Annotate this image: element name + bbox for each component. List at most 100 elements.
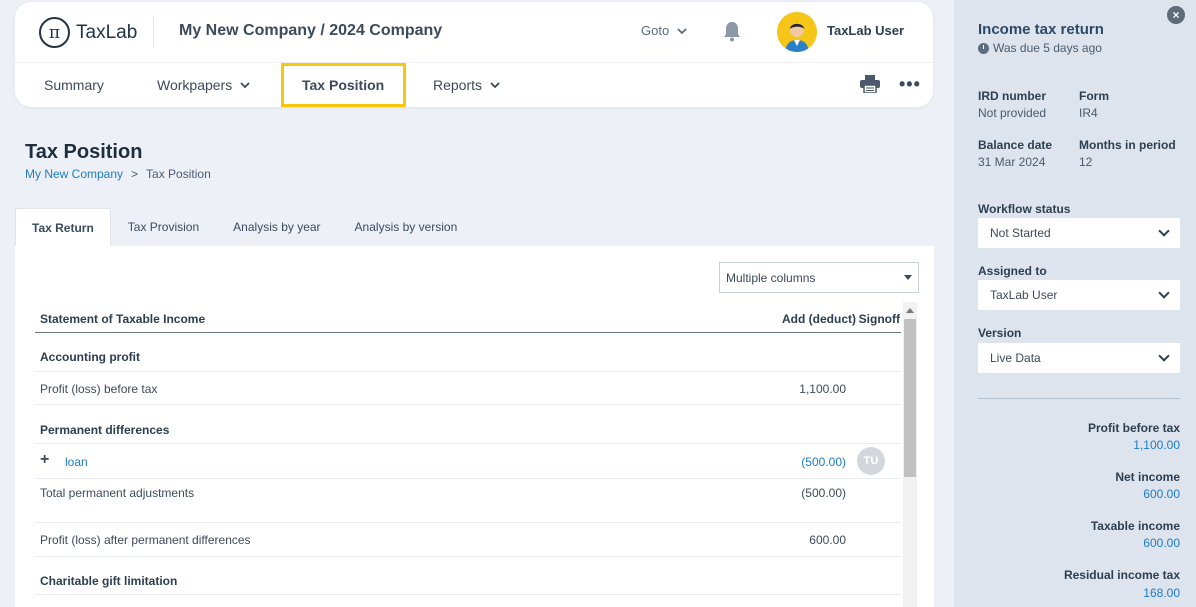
tab-tax-provision[interactable]: Tax Provision: [111, 208, 216, 246]
breadcrumb-current: Tax Position: [146, 167, 211, 181]
months-label: Months in period: [1079, 138, 1176, 152]
chevron-down-icon: [1158, 350, 1170, 362]
due-status: Was due 5 days ago: [978, 41, 1102, 55]
scroll-up-icon[interactable]: [906, 308, 914, 313]
row-value: 1,100.00: [799, 382, 846, 396]
section-accounting-profit: Accounting profit: [40, 350, 140, 364]
tab-analysis-by-version[interactable]: Analysis by version: [338, 208, 475, 246]
printer-icon[interactable]: [860, 75, 880, 93]
metric-residual-tax-value[interactable]: 168.00: [1143, 586, 1180, 600]
breadcrumb: My New Company > Tax Position: [25, 167, 211, 181]
table-scrollbar[interactable]: [903, 302, 917, 607]
version-label: Version: [978, 326, 1022, 340]
workflow-status-label: Workflow status: [978, 202, 1071, 216]
logo-divider: [153, 17, 154, 48]
close-icon[interactable]: ×: [1167, 6, 1185, 24]
nav-workpapers-label: Workpapers: [157, 77, 233, 93]
ird-number-value: Not provided: [978, 106, 1047, 120]
nav-tax-position-label: Tax Position: [302, 77, 385, 93]
header-statement: Statement of Taxable Income: [40, 312, 206, 326]
logo-text: TaxLab: [76, 21, 138, 43]
loan-link[interactable]: loan: [65, 455, 88, 469]
user-name[interactable]: TaxLab User: [827, 23, 904, 38]
clock-icon: [978, 42, 989, 54]
nav-reports[interactable]: Reports: [433, 63, 500, 107]
balance-date-label: Balance date: [978, 138, 1053, 152]
workflow-status-value: Not Started: [990, 226, 1051, 240]
side-panel-title: Income tax return: [978, 21, 1104, 38]
table-row: + loan (500.00) TU: [35, 444, 901, 479]
chevron-down-icon: [677, 27, 687, 34]
row-value: (500.00): [801, 486, 846, 500]
nav-workpapers[interactable]: Workpapers: [157, 63, 250, 107]
months-value: 12: [1079, 155, 1093, 169]
chevron-down-icon: [1158, 287, 1170, 299]
section-permanent-differences: Permanent differences: [40, 423, 170, 437]
ird-number-label: IRD number: [978, 89, 1047, 103]
expand-plus-icon[interactable]: +: [40, 451, 49, 469]
scroll-thumb[interactable]: [904, 319, 916, 477]
company-title: My New Company / 2024 Company: [179, 22, 443, 39]
section-charitable-gift: Charitable gift limitation: [40, 574, 178, 588]
metric-profit-before-tax-value[interactable]: 1,100.00: [1133, 438, 1180, 452]
tab-analysis-by-year[interactable]: Analysis by year: [216, 208, 337, 246]
nav-tax-position[interactable]: Tax Position: [281, 63, 406, 107]
logo-mark-icon: π: [39, 17, 70, 48]
taxable-income-table: Statement of Taxable Income Add (deduct)…: [35, 302, 901, 595]
due-text: Was due 5 days ago: [993, 41, 1102, 55]
row-label: Profit (loss) before tax: [40, 382, 158, 396]
header-add-deduct: Add (deduct): [782, 312, 856, 326]
metric-residual-tax-label: Residual income tax: [1063, 568, 1180, 582]
caret-down-icon: [904, 275, 912, 280]
metric-taxable-income-label: Taxable income: [1090, 519, 1180, 533]
form-label: Form: [1079, 89, 1109, 103]
row-label: Profit (loss) after permanent difference…: [40, 533, 251, 547]
main-nav: Summary Workpapers Tax Position Reports: [15, 63, 933, 107]
balance-date-value: 31 Mar 2024: [978, 155, 1046, 169]
bell-icon[interactable]: [722, 20, 742, 42]
metric-profit-before-tax-label: Profit before tax: [1087, 421, 1180, 435]
chevron-down-icon: [490, 82, 500, 88]
avatar[interactable]: [777, 12, 817, 52]
metric-net-income-value[interactable]: 600.00: [1143, 487, 1180, 501]
section-row: Charitable gift limitation: [35, 557, 901, 595]
tab-bar: Tax Return Tax Provision Analysis by yea…: [15, 208, 474, 246]
table-row: Total permanent adjustments (500.00): [35, 479, 901, 523]
breadcrumb-root-link[interactable]: My New Company: [25, 167, 123, 181]
tab-tax-return[interactable]: Tax Return: [15, 208, 111, 246]
metric-net-income-label: Net income: [1115, 470, 1180, 484]
user-avatar-icon: [777, 12, 817, 52]
loan-value-link[interactable]: (500.00): [801, 455, 846, 469]
table-header: Statement of Taxable Income Add (deduct)…: [35, 302, 901, 333]
nav-summary-label: Summary: [44, 77, 104, 93]
goto-dropdown[interactable]: Goto: [641, 23, 687, 38]
row-label: Total permanent adjustments: [40, 486, 195, 500]
nav-reports-label: Reports: [433, 77, 483, 93]
assigned-to-value: TaxLab User: [990, 288, 1058, 302]
assigned-to-label: Assigned to: [978, 264, 1047, 278]
more-options-icon[interactable]: •••: [899, 74, 921, 95]
assigned-to-select[interactable]: TaxLab User: [978, 280, 1180, 310]
chevron-down-icon: [1158, 225, 1170, 237]
header-card: π TaxLab My New Company / 2024 Company G…: [15, 2, 933, 107]
version-select[interactable]: Live Data: [978, 343, 1180, 373]
columns-select-value: Multiple columns: [726, 270, 816, 285]
goto-label: Goto: [641, 23, 670, 38]
tax-return-panel: Multiple columns Statement of Taxable In…: [15, 246, 934, 607]
section-row: Accounting profit: [35, 333, 901, 372]
table-row: Profit (loss) before tax 1,100.00: [35, 372, 901, 405]
table-row: Profit (loss) after permanent difference…: [35, 523, 901, 557]
row-value: 600.00: [809, 533, 846, 547]
columns-select[interactable]: Multiple columns: [719, 262, 919, 293]
signoff-badge[interactable]: TU: [857, 447, 885, 475]
page-title: Tax Position: [25, 141, 143, 163]
side-divider: [978, 398, 1180, 399]
chevron-down-icon: [240, 82, 250, 88]
side-panel: × Income tax return Was due 5 days ago I…: [954, 0, 1196, 607]
workflow-status-select[interactable]: Not Started: [978, 218, 1180, 248]
version-value: Live Data: [990, 351, 1041, 365]
taxlab-logo[interactable]: π TaxLab: [39, 17, 137, 48]
metric-taxable-income-value[interactable]: 600.00: [1143, 536, 1180, 550]
form-value: IR4: [1079, 106, 1098, 120]
nav-summary[interactable]: Summary: [44, 63, 104, 107]
